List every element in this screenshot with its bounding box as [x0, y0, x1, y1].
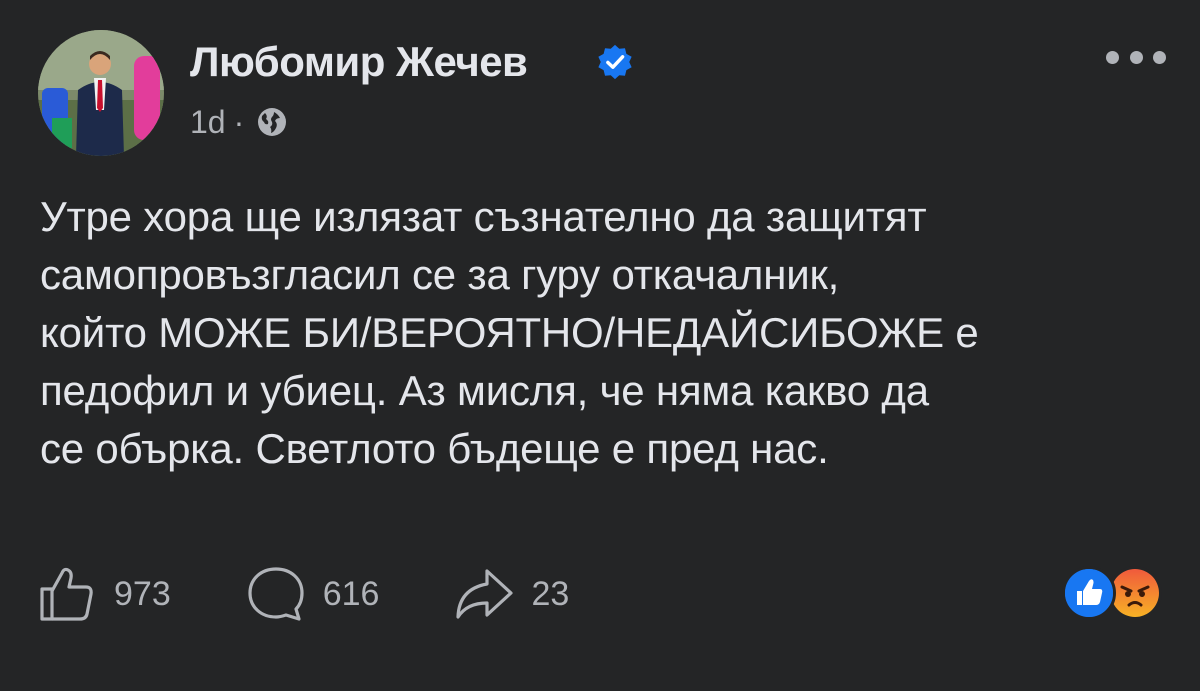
- thumbs-up-icon: [40, 567, 93, 621]
- avatar[interactable]: [38, 30, 164, 156]
- comment-bubble-icon: [248, 567, 304, 621]
- author-name[interactable]: Любомир Жечев: [190, 38, 528, 86]
- like-button[interactable]: 973: [36, 563, 171, 625]
- share-arrow-icon: [456, 569, 514, 619]
- more-options-button[interactable]: [1106, 42, 1166, 72]
- globe-icon: [258, 108, 287, 136]
- reaction-summary[interactable]: [1062, 566, 1172, 620]
- verified-badge-icon: [598, 44, 632, 80]
- more-dot-icon: [1129, 50, 1143, 64]
- share-button[interactable]: 23: [453, 563, 569, 625]
- post-meta: 1d ·: [190, 100, 288, 144]
- more-dot-icon: [1153, 50, 1166, 64]
- like-reaction-icon: [1062, 566, 1116, 620]
- post-text: Утре хора ще излязат съзнателно да защит…: [40, 188, 1170, 478]
- post-text-line: самопровъзгласил се за гуру откачалник,: [40, 251, 840, 298]
- post-time[interactable]: 1d: [190, 104, 226, 141]
- avatar-photo: [38, 30, 164, 156]
- action-bar: 973 616 23: [36, 562, 643, 626]
- more-dot-icon: [1106, 50, 1119, 64]
- comment-count: 616: [322, 574, 380, 613]
- post-text-line: Утре хора ще излязат съзнателно да защит…: [40, 193, 927, 240]
- share-count: 23: [531, 574, 570, 613]
- comment-button[interactable]: 616: [245, 563, 380, 625]
- meta-separator: ·: [233, 103, 245, 140]
- angry-reaction-icon: [1108, 566, 1162, 620]
- post-card: Любомир Жечев 1d · Утре хора ще излязат …: [0, 0, 1200, 691]
- post-text-line: който МОЖЕ БИ/ВЕРОЯТНО/НЕДАЙСИБОЖЕ е: [40, 309, 979, 356]
- post-text-line: педофил и убиец. Аз мисля, че няма какво…: [40, 367, 929, 414]
- like-count: 973: [114, 574, 171, 613]
- post-text-line: се обърка. Светлото бъдеще е пред нас.: [40, 425, 829, 472]
